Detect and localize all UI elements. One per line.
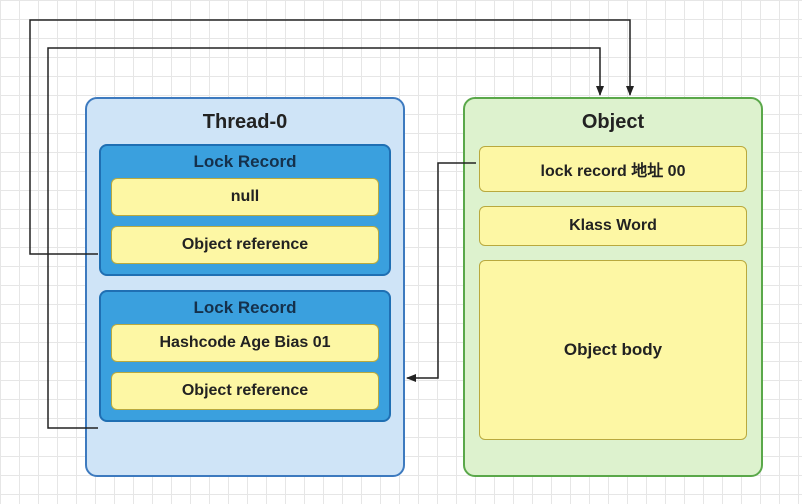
lock-record-1-title: Lock Record [111,298,379,318]
object-mark-word: lock record 地址 00 [479,146,747,192]
lock-record-0-mark-word: null [111,178,379,216]
object-body: Object body [479,260,747,440]
object-klass-word: Klass Word [479,206,747,246]
lock-record-1-mark-word: Hashcode Age Bias 01 [111,324,379,362]
thread-box: Thread-0 Lock Record null Object referen… [85,97,405,477]
lock-record-0-title: Lock Record [111,152,379,172]
lock-record-0: Lock Record null Object reference [99,144,391,276]
object-box: Object lock record 地址 00 Klass Word Obje… [463,97,763,477]
lock-record-1-obj-ref: Object reference [111,372,379,410]
lock-record-0-obj-ref: Object reference [111,226,379,264]
object-title: Object [479,111,747,134]
diagram-canvas: Thread-0 Lock Record null Object referen… [0,0,802,504]
thread-title: Thread-0 [99,111,391,134]
lock-record-1: Lock Record Hashcode Age Bias 01 Object … [99,290,391,422]
